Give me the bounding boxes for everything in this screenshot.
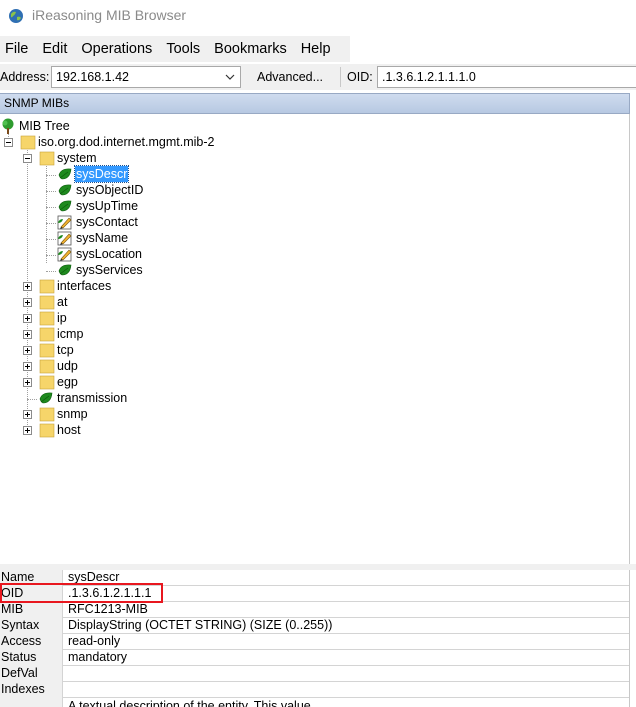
expand-icon[interactable]: [23, 426, 32, 435]
menu-bookmarks[interactable]: Bookmarks: [207, 36, 294, 62]
expand-icon[interactable]: [23, 330, 32, 339]
leaf-icon: [58, 200, 72, 212]
address-toolbar: Address: 192.168.1.42 Advanced... OID: .…: [0, 64, 636, 90]
window-title: iReasoning MIB Browser: [32, 7, 187, 23]
address-label: Address:: [0, 70, 50, 84]
tree-icon: [2, 118, 14, 134]
expand-icon[interactable]: [23, 362, 32, 371]
oid-input-value[interactable]: .1.3.6.1.2.1.1.1.0: [382, 70, 476, 84]
toolbar-separator: [340, 67, 341, 87]
menu-help[interactable]: Help: [294, 36, 338, 62]
address-value[interactable]: 192.168.1.42: [56, 70, 129, 84]
folder-icon: [39, 423, 55, 438]
expand-icon[interactable]: [23, 346, 32, 355]
folder-icon: [39, 279, 55, 294]
writable-leaf-icon: [57, 231, 72, 246]
folder-icon: [39, 375, 55, 390]
leaf-icon: [39, 392, 53, 404]
oid-input[interactable]: .1.3.6.1.2.1.1.1.0: [377, 66, 636, 88]
folder-icon: [39, 407, 55, 422]
leaf-icon: [58, 264, 72, 276]
table-row: Indexes: [0, 682, 629, 698]
property-key: [0, 698, 63, 707]
tree-connector: [46, 271, 56, 272]
globe-icon: [9, 9, 23, 23]
tree-connector: [46, 223, 56, 224]
folder-icon: [39, 359, 55, 374]
property-key: MIB: [0, 602, 63, 618]
tree-connector: [27, 399, 37, 400]
expand-icon[interactable]: [23, 298, 32, 307]
collapse-icon[interactable]: [4, 138, 13, 147]
tree-connector: [46, 239, 56, 240]
tree-connector: [46, 207, 56, 208]
leaf-icon: [58, 184, 72, 196]
address-combobox[interactable]: 192.168.1.42: [51, 66, 241, 88]
property-value: RFC1213-MIB: [68, 602, 148, 616]
description-value: A textual description of the entity. Thi…: [68, 699, 311, 707]
table-row: MIB RFC1213-MIB: [0, 602, 629, 618]
tree-connector: [46, 255, 56, 256]
expand-icon[interactable]: [23, 282, 32, 291]
writable-leaf-icon: [57, 247, 72, 262]
leaf-icon: [58, 168, 72, 180]
menu-tools[interactable]: Tools: [159, 36, 207, 62]
folder-icon: [20, 135, 36, 150]
menu-operations[interactable]: Operations: [74, 36, 159, 62]
title-bar: iReasoning MIB Browser: [0, 0, 636, 34]
folder-icon: [39, 295, 55, 310]
property-value: DisplayString (OCTET STRING) (SIZE (0..2…: [68, 618, 333, 632]
table-row: DefVal: [0, 666, 629, 682]
menu-file[interactable]: File: [0, 36, 35, 62]
property-key: DefVal: [0, 666, 63, 682]
table-row: Syntax DisplayString (OCTET STRING) (SIZ…: [0, 618, 629, 634]
table-row: Access read-only: [0, 634, 629, 650]
folder-icon: [39, 343, 55, 358]
property-key: Status: [0, 650, 63, 666]
writable-leaf-icon: [57, 215, 72, 230]
property-key: Access: [0, 634, 63, 650]
property-key: Indexes: [0, 682, 63, 698]
folder-icon: [39, 327, 55, 342]
oid-label: OID:: [347, 70, 373, 84]
expand-icon[interactable]: [23, 410, 32, 419]
advanced-button[interactable]: Advanced...: [257, 70, 323, 84]
tree-connector: [46, 175, 56, 176]
tree-panel-header: SNMP MIBs: [0, 93, 630, 114]
menu-edit[interactable]: Edit: [35, 36, 74, 62]
menu-bar: File Edit Operations Tools Bookmarks Hel…: [0, 36, 350, 62]
expand-icon[interactable]: [23, 314, 32, 323]
expand-icon[interactable]: [23, 378, 32, 387]
table-row: Status mandatory: [0, 650, 629, 666]
folder-icon: [39, 151, 55, 166]
tree-connector: [46, 191, 56, 192]
property-value: read-only: [68, 634, 121, 648]
collapse-icon[interactable]: [23, 154, 32, 163]
mib-tree[interactable]: MIB Tree iso.org.dod.internet.mgmt.mib-2…: [0, 114, 630, 564]
property-key: Syntax: [0, 618, 63, 634]
oid-highlight-box: [0, 583, 163, 603]
chevron-down-icon[interactable]: [224, 71, 236, 83]
property-value: mandatory: [68, 650, 128, 664]
folder-icon: [39, 311, 55, 326]
